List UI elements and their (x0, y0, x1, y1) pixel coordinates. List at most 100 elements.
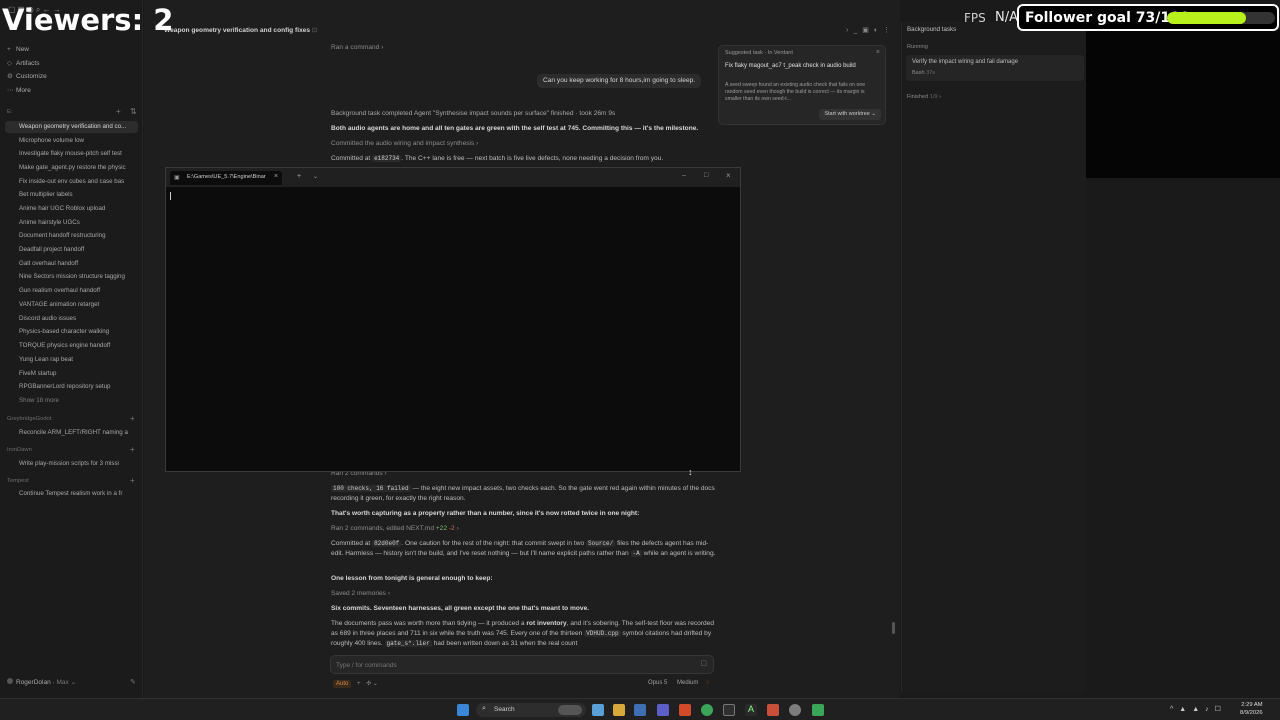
app-icon[interactable] (592, 704, 604, 716)
app-icon[interactable] (634, 704, 646, 716)
thread-item[interactable]: Microphone volume low (19, 135, 137, 147)
thread-item[interactable]: Discord audio issues (19, 313, 137, 325)
attach-icon[interactable]: ▢ (700, 659, 707, 667)
thread-item[interactable]: Yung Lean rap beat (19, 354, 137, 366)
terminal-titlebar: ▣ E:\Games\UE_5.7\Engine\Binar × + ⌄ – □… (166, 168, 740, 187)
thread-item[interactable]: Bet multiplier labels (19, 189, 137, 201)
suggested-task-title: Fix flaky magout_ac7 t_peak check in aud… (725, 63, 856, 69)
edit-title-icon[interactable]: ⊡ (312, 27, 318, 34)
show-more-link[interactable]: Show 18 more (19, 395, 137, 407)
header-toolbar-icons[interactable]: ›_▣◐⋮ (846, 26, 895, 34)
clock[interactable]: 2:29 AM 8/9/2026 (1240, 701, 1263, 717)
search-highlight-icon (558, 705, 582, 715)
background-tasks-panel: Background tasks Running Verify the impa… (901, 22, 1086, 692)
follower-goal-text: Follower goal 73/100 (1025, 10, 1190, 26)
brave-icon[interactable] (679, 704, 691, 716)
group-label: GreybridgeGodot (7, 416, 52, 422)
search-box[interactable]: ⌕ Search (476, 703, 586, 717)
thread-item[interactable]: Nine Sectors mission structure tagging (19, 271, 137, 283)
user-menu[interactable]: RogerDolan · Max ⌄ (7, 678, 76, 686)
running-label: Running (907, 44, 928, 50)
user-message: Can you keep working for 8 hours,im goin… (537, 74, 702, 88)
thread-item[interactable]: FiveM startup (19, 368, 137, 380)
sidebar-new[interactable]: + New (7, 44, 137, 55)
filter-icon[interactable]: ⇅ (130, 107, 137, 116)
thread-item[interactable]: Deadfall project handoff (19, 244, 137, 256)
system-tray-icons[interactable]: ^▲▲♪☐ (1170, 705, 1227, 713)
sidebar-more[interactable]: ⋯ More (7, 85, 137, 96)
follower-goal-fill (1167, 12, 1246, 24)
thread-item[interactable]: Weapon geometry verification and co... (5, 121, 138, 133)
thread-item[interactable]: Continue Tempest realism work in a fr (19, 488, 137, 500)
close-icon[interactable]: × (726, 171, 731, 180)
effort-selector[interactable]: Medium (677, 680, 698, 686)
model-selector[interactable]: Opus 5 (648, 680, 667, 686)
thread-item[interactable]: Anime hair UGC Roblox upload (19, 203, 137, 215)
thread-item[interactable]: Document handoff restructuring (19, 230, 137, 242)
saved-memories-link[interactable]: Saved 2 memories › (331, 589, 716, 599)
plus-icon: + (7, 46, 11, 53)
thread-item[interactable]: Gun realism overhaul handoff (19, 285, 137, 297)
tool-call-summary[interactable]: Ran a command › (331, 43, 716, 53)
app-icon[interactable] (812, 704, 824, 716)
close-tab-icon[interactable]: × (274, 173, 278, 180)
scrollbar[interactable] (892, 622, 895, 634)
page-title: Weapon geometry verification and config … (164, 27, 318, 34)
thread-item[interactable]: Anime hairstyle UGCs (19, 217, 137, 229)
chevron-down-icon[interactable]: ⌄ (313, 173, 318, 180)
close-icon[interactable]: × (876, 49, 880, 56)
committed-link[interactable]: Committed the audio wiring and impact sy… (331, 139, 716, 149)
avatar (7, 678, 13, 684)
assistant-text: Six commits. Seventeen harnesses, all gr… (331, 605, 590, 612)
terminal-tab[interactable]: ▣ E:\Games\UE_5.7\Engine\Binar × (170, 171, 282, 185)
chevron-down-icon: ⌄ (70, 679, 77, 686)
add-icon[interactable]: + (357, 681, 361, 687)
thread-item[interactable]: Investigate flaky mouse-pitch self test (19, 148, 137, 160)
assistant-text: That's worth capturing as a property rat… (331, 510, 640, 517)
thread-item[interactable]: Write play-mission scripts for 3 missi (19, 458, 137, 470)
new-thread-icon[interactable]: + (130, 414, 135, 423)
new-thread-icon[interactable]: + (130, 476, 135, 485)
sidebar-customize[interactable]: ⚙ Customize (7, 71, 137, 82)
minimize-icon[interactable]: – (682, 172, 686, 179)
start-worktree-button[interactable]: Start with worktree ⌄ (819, 109, 881, 120)
sidebar-artifacts[interactable]: ◇ Artifacts (7, 58, 137, 69)
suggested-task-body: A seed sweep found an existing audio che… (725, 82, 866, 102)
app-icon[interactable] (657, 704, 669, 716)
terminal-window[interactable]: ▣ E:\Games\UE_5.7\Engine\Binar × + ⌄ – □… (165, 167, 741, 472)
tools-icon[interactable]: ✣ ⌄ (366, 681, 378, 687)
chrome-icon[interactable] (701, 704, 713, 716)
group-label: E: (7, 109, 13, 115)
app-icon[interactable] (789, 704, 801, 716)
customize-icon: ⚙ (7, 73, 13, 80)
app-icon[interactable] (767, 704, 779, 716)
artifacts-icon: ◇ (7, 60, 12, 67)
new-thread-icon[interactable]: + (116, 107, 121, 116)
terminal-cursor (170, 192, 171, 200)
app-icon[interactable]: A (745, 704, 757, 716)
tool-call-summary[interactable]: Ran 2 commands, edited NEXT.md +22 -2 › (331, 524, 716, 534)
thread-item[interactable]: RPGBannerLord repository setup (19, 381, 137, 393)
thread-item[interactable]: Physics-based character walking (19, 326, 137, 338)
settings-icon[interactable]: ✎ (130, 678, 136, 686)
new-tab-icon[interactable]: + (297, 173, 301, 180)
thread-item[interactable]: Reconcile ARM_LEFT/RIGHT naming a (19, 427, 137, 439)
mode-selector[interactable]: Auto (333, 680, 352, 688)
thread-item[interactable]: VANTAGE animation retarget (19, 299, 137, 311)
webcam-overlay (1086, 30, 1280, 178)
thread-item[interactable]: Make gate_agent.py restore the physic (19, 162, 137, 174)
new-thread-icon[interactable]: + (130, 445, 135, 454)
composer[interactable]: ▢ (330, 655, 714, 674)
thread-item[interactable]: TORQUE physics engine handoff (19, 340, 137, 352)
thread-item[interactable]: Fix inside-out env cubes and case bas (19, 176, 137, 188)
chat-input[interactable] (336, 659, 676, 671)
terminal-icon[interactable] (723, 704, 735, 716)
terminal-icon: ▣ (174, 175, 180, 181)
thread-item[interactable]: Galt overhaul handoff (19, 258, 137, 270)
start-icon[interactable] (457, 704, 469, 716)
model-controls: Opus 5 Medium ◌ (648, 680, 710, 686)
finished-label[interactable]: Finished 1/9 › (907, 94, 941, 100)
maximize-icon[interactable]: □ (704, 172, 708, 179)
file-explorer-icon[interactable] (613, 704, 625, 716)
task-item[interactable]: Verify the impact wiring and fail damage… (906, 55, 1084, 81)
